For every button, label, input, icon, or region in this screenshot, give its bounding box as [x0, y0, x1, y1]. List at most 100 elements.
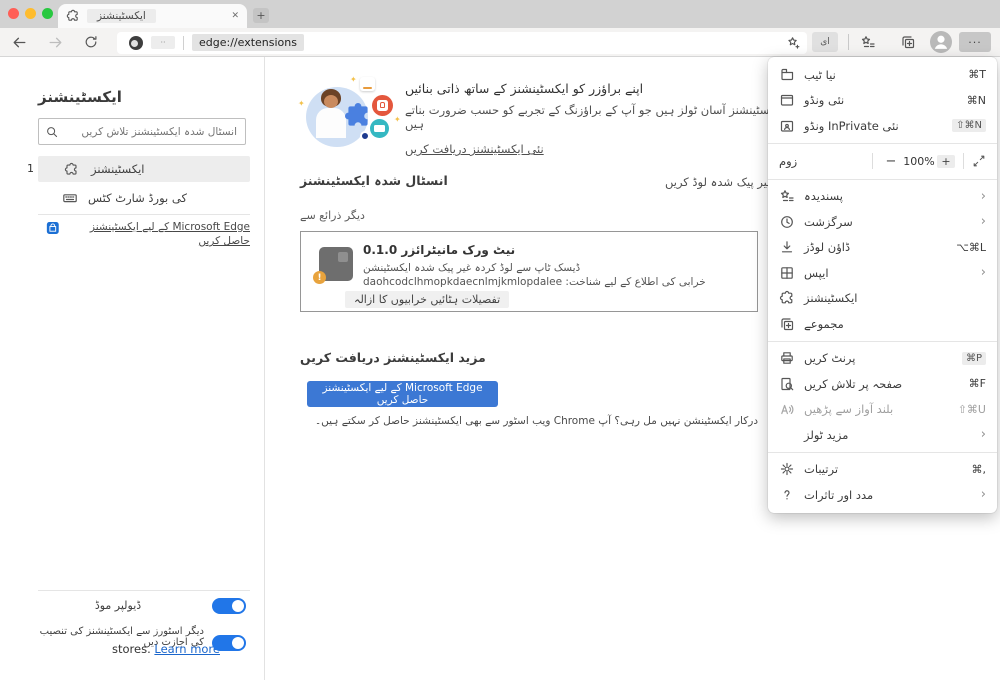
- sidebar-item-label: ایکسٹینشنز: [91, 162, 145, 176]
- stores-text: stores.: [112, 642, 154, 656]
- sparkle-icon: ✦: [350, 75, 357, 84]
- chevron-right-icon: ›: [981, 190, 986, 203]
- sparkle-icon: ✦: [298, 99, 305, 108]
- new-inprivate-window-icon: [779, 118, 795, 134]
- menu-item-label: پرنٹ کریں: [804, 351, 855, 365]
- menu-item-settings[interactable]: ترتیبات⌘,: [768, 457, 997, 483]
- toolbar-separator: [848, 34, 849, 50]
- browser-toolbar: ·· edge://extensions ای ···: [0, 28, 1000, 57]
- menu-item-new-tab[interactable]: نیا ٹیب⌘T: [768, 62, 997, 88]
- menu-separator: [768, 179, 997, 180]
- sidebar-item-extensions[interactable]: ایکسٹینشنز: [38, 156, 250, 182]
- menu-item-favorites[interactable]: پسندیدہ›: [768, 184, 997, 210]
- installed-extensions-heading: انسٹال شدہ ایکسٹینشنز: [300, 173, 448, 188]
- reload-button[interactable]: [83, 34, 99, 50]
- chevron-right-icon: ›: [981, 215, 986, 228]
- shortcut-label: ⌘P: [962, 352, 986, 365]
- target-badge: [360, 131, 370, 141]
- menu-item-print[interactable]: پرنٹ کریں ⌘P: [768, 346, 997, 372]
- extensions-icon: [779, 290, 795, 306]
- extension-toolbar-button[interactable]: ای: [812, 32, 838, 52]
- chevron-right-icon: ›: [981, 488, 986, 501]
- sidebar-item-keyboard-shortcuts[interactable]: کی بورڈ شارٹ کٹس: [38, 186, 250, 210]
- profile-avatar[interactable]: [930, 31, 952, 53]
- menu-item-label: ایپس: [804, 266, 829, 280]
- puzzle-icon: [64, 162, 79, 177]
- menu-item-label: مدد اور تاثرات: [804, 488, 873, 502]
- shortcut-label: ⌘F: [969, 377, 986, 390]
- menu-item-apps[interactable]: ایپس ›: [768, 260, 997, 286]
- lock-badge: [372, 95, 393, 116]
- settings-icon: [779, 461, 795, 477]
- discover-extensions-link[interactable]: نئی ایکسٹینشنز دریافت کریں: [405, 142, 544, 156]
- zoom-divider: [963, 153, 964, 169]
- search-input[interactable]: [59, 126, 245, 138]
- other-stores-toggle[interactable]: [212, 635, 246, 651]
- chevron-right-icon: ›: [981, 266, 986, 279]
- developer-mode-toggle[interactable]: [212, 598, 246, 614]
- menu-item-label: بلند آواز سے پڑھیں: [804, 402, 893, 416]
- menu-item-label: نئی InPrivate ونڈو: [804, 119, 899, 133]
- address-separator: [183, 36, 184, 50]
- shortcut-label: ⌥⌘L: [956, 241, 986, 254]
- load-unpacked-link[interactable]: غیر پیک شدہ لوڈ کریں: [665, 175, 773, 189]
- person-icon: [930, 31, 952, 53]
- maximize-window-button[interactable]: [42, 8, 53, 19]
- menu-item-history[interactable]: سرگزشت ›: [768, 209, 997, 235]
- search-box[interactable]: [38, 118, 246, 145]
- get-extensions-link[interactable]: Microsoft Edge کے لیے ایکسٹینشنز حاصل کر…: [68, 220, 250, 248]
- menu-item-label: ڈاؤن لوڈز: [804, 240, 850, 254]
- menu-item-collections[interactable]: مجموعے: [768, 311, 997, 337]
- zoom-in-button[interactable]: +: [937, 155, 955, 168]
- warning-badge-icon: !: [313, 271, 326, 284]
- menu-item-help-feedback[interactable]: مدد اور تاثرات ›: [768, 482, 997, 508]
- settings-and-more-button[interactable]: ···: [959, 32, 991, 52]
- back-button[interactable]: [11, 34, 28, 51]
- store-link-row[interactable]: Microsoft Edge کے لیے ایکسٹینشنز حاصل کر…: [46, 220, 250, 248]
- url-text[interactable]: edge://extensions: [192, 34, 304, 51]
- collections-icon[interactable]: [900, 34, 916, 50]
- zoom-out-button[interactable]: −: [881, 154, 901, 169]
- menu-item-extensions[interactable]: ایکسٹینشنز: [768, 286, 997, 312]
- edge-browser-window: ایکسٹینشنز ✕ + ·· edge://extensions ای ·…: [0, 0, 1000, 680]
- new-tab-button[interactable]: +: [253, 8, 269, 23]
- get-extensions-button[interactable]: Microsoft Edge کے لیے ایکسٹینشنز حاصل کر…: [307, 381, 498, 407]
- learn-more-link[interactable]: Learn more: [154, 642, 220, 656]
- extension-name: نیٹ ورک مانیٹرائزر 0.1.0: [363, 243, 515, 257]
- sidebar-item-label: کی بورڈ شارٹ کٹس: [88, 191, 187, 205]
- menu-item-new-window[interactable]: نئی ونڈو⌘N: [768, 88, 997, 114]
- browser-tab-extensions[interactable]: ایکسٹینشنز ✕: [58, 4, 247, 28]
- title-bar: ایکسٹینشنز ✕ +: [0, 0, 1000, 28]
- menu-item-more-tools[interactable]: مزید ٹولز›: [768, 422, 997, 448]
- keyboard-badge: [370, 119, 389, 138]
- keyboard-icon: [62, 190, 78, 206]
- menu-item-label: نیا ٹیب: [804, 68, 836, 82]
- shortcut-label: ⌘,: [972, 463, 987, 476]
- hero-description: ایکسٹینشنز آسان ٹولز ہیں جو آپ کے براؤزن…: [405, 103, 805, 131]
- apps-icon: [779, 265, 795, 281]
- address-bar[interactable]: ·· edge://extensions: [117, 32, 807, 54]
- add-favorite-icon[interactable]: [786, 35, 801, 50]
- menu-item-label: مزید ٹولز: [804, 428, 848, 442]
- menu-item-find-on-page[interactable]: صفحہ پر تلاش کریں⌘F: [768, 371, 997, 397]
- favorites-bar-icon[interactable]: [860, 34, 876, 50]
- site-info-icon[interactable]: [129, 36, 143, 50]
- zoom-value: 100%: [901, 155, 937, 168]
- store-bag-icon: [46, 220, 60, 236]
- minimize-window-button[interactable]: [25, 8, 36, 19]
- menu-item-label: سرگزشت: [804, 215, 853, 229]
- menu-item-read-aloud[interactable]: بلند آواز سے پڑھیں ⇧⌘U: [768, 397, 997, 423]
- fullscreen-icon[interactable]: [972, 154, 986, 168]
- puzzle-favicon-icon: [66, 9, 80, 23]
- new-window-icon: [779, 92, 795, 108]
- extension-actions[interactable]: تفصیلات ہٹائیں خرابیوں کا ازالہ: [345, 291, 509, 308]
- shortcut-label: ⇧⌘U: [958, 403, 986, 416]
- forward-button[interactable]: [47, 34, 64, 51]
- settings-and-more-menu: نیا ٹیب⌘Tنئی ونڈو⌘Nنئی InPrivate ونڈو⇧⌘N…: [768, 57, 997, 513]
- close-window-button[interactable]: [8, 8, 19, 19]
- more-tools-icon: [779, 427, 795, 443]
- menu-item-new-inprivate-window[interactable]: نئی InPrivate ونڈو⇧⌘N: [768, 113, 997, 139]
- close-tab-icon[interactable]: ✕: [231, 11, 239, 21]
- tab-title: ایکسٹینشنز: [87, 9, 156, 23]
- menu-item-downloads[interactable]: ڈاؤن لوڈز ⌥⌘L: [768, 235, 997, 261]
